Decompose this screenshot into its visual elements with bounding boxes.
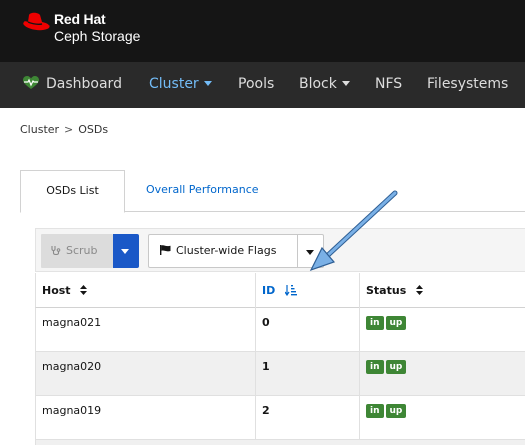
sort-icon	[416, 285, 424, 295]
product-name: Ceph Storage	[54, 28, 141, 44]
sort-amount-asc-icon	[285, 284, 298, 296]
tab-overall-performance[interactable]: Overall Performance	[132, 170, 273, 212]
breadcrumb-parent[interactable]: Cluster	[20, 123, 59, 136]
cell-host: magna020	[36, 352, 256, 396]
nav-cluster-label: Cluster	[149, 76, 199, 92]
brand-name: Red Hat	[54, 11, 106, 27]
table-row[interactable]: magna019 2 in up	[35, 396, 525, 440]
nav-dashboard-label: Dashboard	[46, 76, 122, 92]
chevron-down-icon	[203, 80, 212, 86]
status-badge-up: up	[385, 404, 407, 418]
cell-status: in up	[360, 308, 525, 352]
nav-block[interactable]: Block	[299, 62, 350, 108]
table-row-partial	[35, 440, 525, 445]
nav-nfs-label: NFS	[375, 76, 403, 92]
tab-osds-list[interactable]: OSDs List	[20, 170, 125, 213]
chevron-down-icon	[121, 249, 129, 254]
cell-id: 1	[256, 352, 360, 396]
chevron-down-icon	[306, 250, 314, 255]
column-header-status[interactable]: Status	[360, 273, 525, 308]
tab-bar: OSDs List Overall Performance	[20, 170, 525, 213]
status-badge-in: in	[366, 316, 384, 330]
status-badge-up: up	[385, 360, 407, 374]
scrub-button[interactable]: Scrub	[41, 234, 113, 268]
table-row[interactable]: magna021 0 in up	[35, 308, 525, 352]
nav-filesystems-label: Filesystems	[427, 76, 509, 92]
nav-nfs[interactable]: NFS	[375, 62, 402, 108]
status-badge-in: in	[366, 360, 384, 374]
red-hat-fedora-icon	[23, 12, 50, 31]
status-badge-in: in	[366, 404, 384, 418]
cell-host: magna019	[36, 396, 256, 440]
column-header-host[interactable]: Host	[36, 273, 256, 308]
breadcrumb-separator: >	[64, 123, 74, 136]
nav-pools[interactable]: Pools	[238, 62, 274, 108]
cluster-wide-flags-dropdown-toggle[interactable]	[298, 234, 324, 268]
cluster-wide-flags-label: Cluster-wide Flags	[176, 244, 277, 257]
breadcrumb: Cluster > OSDs	[20, 123, 108, 136]
stethoscope-icon	[51, 245, 61, 255]
nav-cluster[interactable]: Cluster	[149, 62, 212, 108]
column-header-id-label: ID	[262, 284, 276, 297]
column-header-status-label: Status	[366, 284, 407, 297]
sort-icon	[80, 285, 88, 295]
chevron-down-icon	[341, 80, 350, 86]
scrub-dropdown-toggle[interactable]	[113, 234, 139, 268]
table-row[interactable]: magna020 1 in up	[35, 352, 525, 396]
table-toolbar: Scrub Cluster-wide Flags	[35, 228, 525, 272]
osds-table: Host ID Status magna021 0 in up magna020…	[35, 273, 525, 445]
main-navigation: Dashboard Cluster Pools Block NFS Filesy…	[0, 62, 525, 108]
nav-pools-label: Pools	[238, 76, 275, 92]
status-badge-up: up	[385, 316, 407, 330]
cell-id: 2	[256, 396, 360, 440]
column-header-host-label: Host	[42, 284, 71, 297]
nav-dashboard[interactable]: Dashboard	[23, 62, 122, 108]
flag-icon	[160, 245, 171, 255]
heartbeat-icon	[23, 75, 39, 89]
brand-logo[interactable]: Red Hat Ceph Storage	[20, 11, 140, 45]
cell-id: 0	[256, 308, 360, 352]
cluster-wide-flags-button[interactable]: Cluster-wide Flags	[148, 234, 298, 268]
column-header-id[interactable]: ID	[256, 273, 360, 308]
nav-block-label: Block	[299, 76, 337, 92]
cell-status: in up	[360, 396, 525, 440]
breadcrumb-current: OSDs	[78, 123, 109, 136]
table-header: Host ID Status	[35, 273, 525, 308]
scrub-button-label: Scrub	[66, 244, 98, 257]
nav-filesystems[interactable]: Filesystems	[427, 62, 508, 108]
masthead: Red Hat Ceph Storage	[0, 0, 525, 62]
cell-host: magna021	[36, 308, 256, 352]
cell-status: in up	[360, 352, 525, 396]
